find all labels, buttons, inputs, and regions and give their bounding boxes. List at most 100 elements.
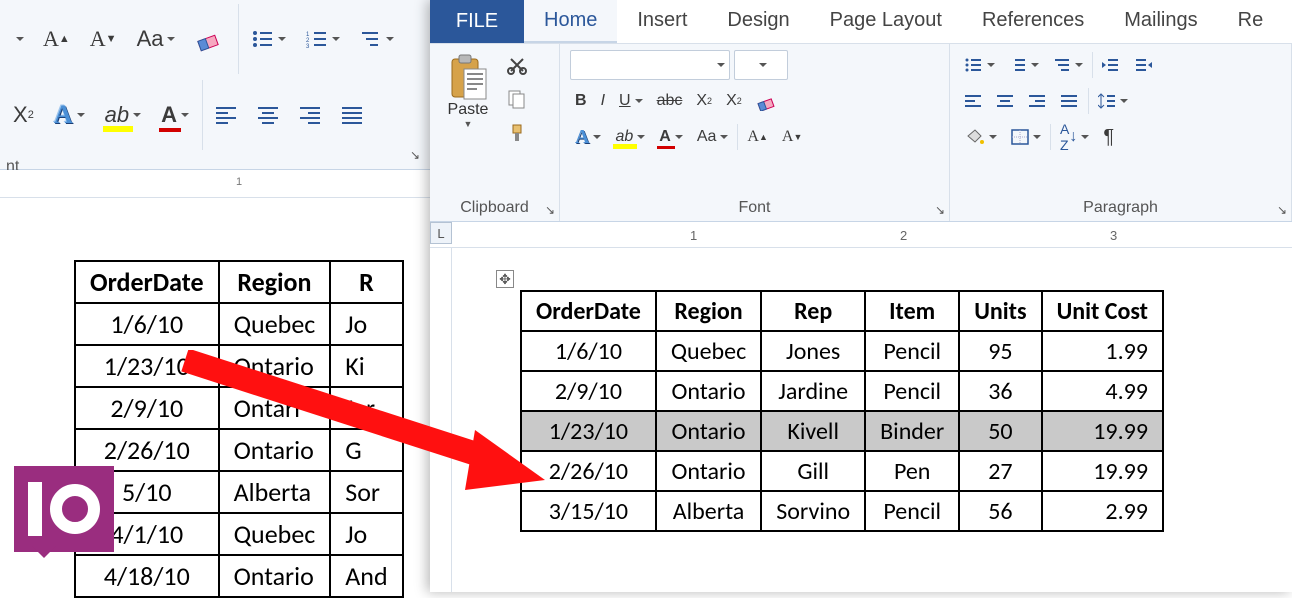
- clear-formatting-button[interactable]: [751, 86, 783, 116]
- left-table[interactable]: OrderDate Region R 1/6/10QuebecJo1/23/10…: [74, 260, 404, 598]
- format-painter-button[interactable]: [502, 118, 532, 148]
- logo-letter-i: [28, 482, 42, 536]
- table-row[interactable]: 2/9/10OntariJar: [75, 387, 403, 429]
- tab-selector[interactable]: L: [430, 222, 452, 244]
- shrink-font-button[interactable]: A▼: [83, 17, 124, 61]
- left-ruler[interactable]: 1: [0, 170, 430, 198]
- strikethrough-button[interactable]: abc: [652, 86, 688, 116]
- table-row[interactable]: 2/9/10OntarioJardinePencil364.99: [521, 371, 1163, 411]
- numbering-button[interactable]: [1004, 50, 1044, 80]
- table-row[interactable]: 5/10AlbertaSor: [75, 471, 403, 513]
- align-center-button[interactable]: [251, 93, 287, 137]
- paragraph-launcher-icon[interactable]: ↘: [1277, 203, 1287, 217]
- bullets-icon: [965, 58, 983, 72]
- tab-design[interactable]: Design: [707, 0, 809, 43]
- outdent-icon: [1102, 58, 1120, 72]
- justify-button[interactable]: [335, 93, 371, 137]
- clear-formatting-button[interactable]: [188, 17, 232, 61]
- align-center-button[interactable]: [992, 86, 1020, 116]
- group-font: B I U abc X2 X2 A ab A Aa A▲: [560, 44, 950, 221]
- font-color-button[interactable]: A: [654, 122, 688, 152]
- table-cell: Sorvino: [761, 491, 865, 531]
- font-launcher-icon[interactable]: ↘: [935, 203, 945, 217]
- numbering-button[interactable]: 123: [299, 17, 347, 61]
- tab-mailings[interactable]: Mailings: [1104, 0, 1217, 43]
- table-cell: Sor: [330, 471, 402, 513]
- font-color-button[interactable]: A: [154, 93, 196, 137]
- text-effects-button[interactable]: A: [570, 122, 606, 152]
- tab-file[interactable]: FILE: [430, 0, 524, 43]
- subscript-button[interactable]: X2: [691, 86, 717, 116]
- table-row[interactable]: 2/26/10OntarioG: [75, 429, 403, 471]
- borders-button[interactable]: [1006, 122, 1046, 152]
- grow-font-button[interactable]: A▲: [742, 122, 772, 152]
- tab-page-layout[interactable]: Page Layout: [810, 0, 962, 43]
- dialog-launcher-icon[interactable]: ↘: [410, 148, 420, 162]
- table-row[interactable]: 1/23/10OntarioKi: [75, 345, 403, 387]
- cut-button[interactable]: [502, 50, 532, 80]
- multilevel-list-button[interactable]: [353, 17, 401, 61]
- change-case-button[interactable]: Aa: [692, 122, 734, 152]
- tab-home[interactable]: Home: [524, 0, 617, 43]
- align-left-button[interactable]: [209, 93, 245, 137]
- align-right-button[interactable]: [293, 93, 329, 137]
- change-case-button[interactable]: Aa: [130, 17, 183, 61]
- copy-button[interactable]: [502, 84, 532, 114]
- table-row[interactable]: 3/15/10AlbertaSorvinoPencil562.99: [521, 491, 1163, 531]
- italic-button[interactable]: I: [596, 86, 610, 116]
- table-cell: Kivell: [761, 411, 865, 451]
- table-row[interactable]: 4/18/10OntarioAnd: [75, 555, 403, 597]
- table-row[interactable]: 1/23/10OntarioKivellBinder5019.99: [521, 411, 1163, 451]
- eraser-icon: [195, 24, 225, 54]
- copy-icon: [507, 89, 527, 109]
- show-marks-button[interactable]: ¶: [1098, 122, 1119, 152]
- tab-insert[interactable]: Insert: [617, 0, 707, 43]
- table-cell: Ontario: [656, 451, 761, 491]
- table-cell: G: [330, 429, 402, 471]
- clipboard-launcher-icon[interactable]: ↘: [545, 203, 555, 217]
- increase-indent-button[interactable]: [1129, 50, 1157, 80]
- table-row[interactable]: 1/6/10QuebecJonesPencil951.99: [521, 331, 1163, 371]
- table-row[interactable]: 4/1/10QuebecJo: [75, 513, 403, 555]
- shrink-font-button[interactable]: A▼: [777, 122, 807, 152]
- font-dropdown[interactable]: [6, 17, 30, 61]
- grow-font-button[interactable]: A▲: [36, 17, 77, 61]
- bold-button[interactable]: B: [570, 86, 592, 116]
- superscript-button[interactable]: X2: [721, 86, 747, 116]
- shading-button[interactable]: [960, 122, 1002, 152]
- table-cell: 2/9/10: [521, 371, 656, 411]
- group-label-paragraph: Paragraph: [960, 199, 1281, 219]
- highlight-button[interactable]: ab: [610, 122, 650, 152]
- table-cell: 2/9/10: [75, 387, 219, 429]
- decrease-indent-button[interactable]: [1097, 50, 1125, 80]
- multilevel-list-button[interactable]: [1048, 50, 1088, 80]
- line-spacing-button[interactable]: [1093, 86, 1133, 116]
- brush-icon: [507, 123, 527, 143]
- paste-button[interactable]: Paste ▼: [440, 50, 496, 132]
- justify-button[interactable]: [1056, 86, 1084, 116]
- superscript-button[interactable]: X2: [6, 93, 41, 137]
- sort-button[interactable]: AZ↓: [1055, 122, 1094, 152]
- align-right-button[interactable]: [1024, 86, 1052, 116]
- tab-more[interactable]: Re: [1218, 0, 1284, 43]
- underline-button[interactable]: U: [614, 86, 648, 116]
- font-size-select[interactable]: [734, 50, 788, 80]
- tab-references[interactable]: References: [962, 0, 1104, 43]
- table-move-handle-icon[interactable]: ✥: [496, 270, 514, 288]
- col-orderdate: OrderDate: [521, 291, 656, 331]
- text-effects-button[interactable]: A: [47, 93, 92, 137]
- table-cell: Ontario: [656, 411, 761, 451]
- table-cell: 27: [959, 451, 1041, 491]
- bullets-button[interactable]: [960, 50, 1000, 80]
- right-ruler[interactable]: L 1 2 3: [430, 222, 1292, 248]
- group-separator: [238, 4, 239, 74]
- right-table[interactable]: OrderDate Region Rep Item Units Unit Cos…: [520, 290, 1164, 532]
- table-cell: 1/23/10: [521, 411, 656, 451]
- bullets-button[interactable]: [245, 17, 293, 61]
- table-row[interactable]: 2/26/10OntarioGillPen2719.99: [521, 451, 1163, 491]
- font-family-select[interactable]: [570, 50, 730, 80]
- align-left-button[interactable]: [960, 86, 988, 116]
- table-cell: Pencil: [865, 491, 959, 531]
- table-row[interactable]: 1/6/10QuebecJo: [75, 303, 403, 345]
- highlight-button[interactable]: ab: [98, 93, 148, 137]
